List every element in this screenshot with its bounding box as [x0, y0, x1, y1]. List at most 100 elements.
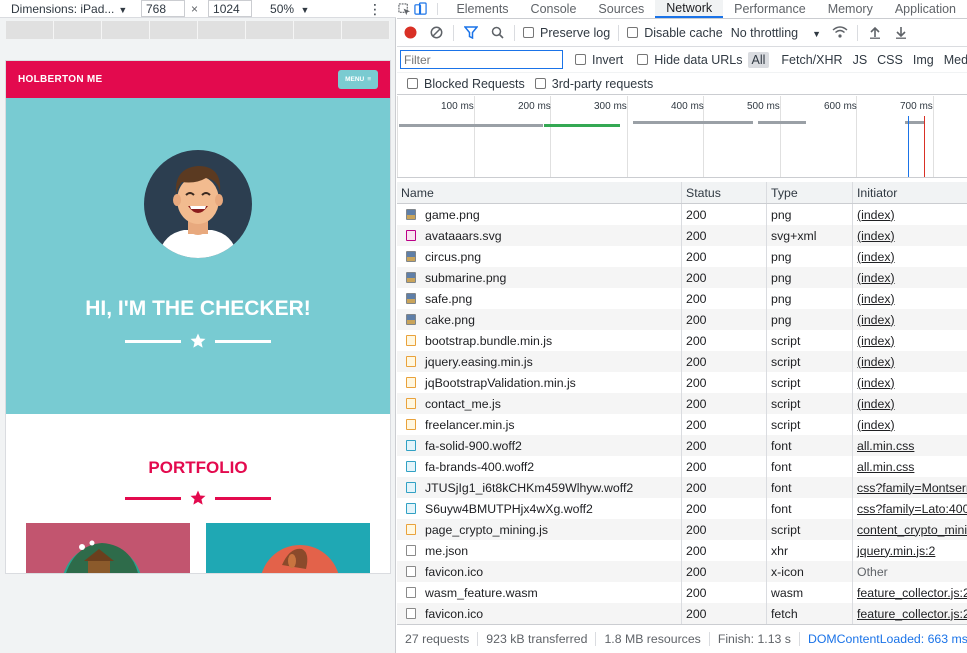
request-initiator[interactable]: (index): [853, 267, 967, 288]
tab-console[interactable]: Console: [520, 0, 588, 18]
site-brand[interactable]: HOLBERTON ME: [18, 74, 103, 85]
request-name-cell[interactable]: jqBootstrapValidation.min.js: [397, 372, 682, 393]
table-row[interactable]: contact_me.js 200 script (index): [397, 393, 967, 414]
request-name-cell[interactable]: fa-solid-900.woff2: [397, 435, 682, 456]
request-initiator[interactable]: feature_collector.js:23: [853, 603, 967, 624]
request-name-cell[interactable]: safe.png: [397, 288, 682, 309]
request-name-cell[interactable]: cake.png: [397, 309, 682, 330]
table-row[interactable]: avataaars.svg 200 svg+xml (index): [397, 225, 967, 246]
more-options-icon[interactable]: ⋮: [368, 2, 382, 16]
request-name-cell[interactable]: favicon.ico: [397, 603, 682, 624]
request-name-cell[interactable]: jquery.easing.min.js: [397, 351, 682, 372]
filter-type-img[interactable]: Img: [909, 52, 938, 68]
request-initiator[interactable]: css?family=Montserr: [853, 477, 967, 498]
initiator-link[interactable]: (index): [857, 208, 895, 222]
table-row[interactable]: S6uyw4BMUTPHjx4wXg.woff2 200 font css?famil…: [397, 498, 967, 519]
table-row[interactable]: safe.png 200 png (index): [397, 288, 967, 309]
export-har-icon[interactable]: [888, 26, 914, 39]
table-row[interactable]: fa-brands-400.woff2 200 font all.min.css: [397, 456, 967, 477]
request-name-cell[interactable]: JTUSjIg1_i6t8kCHKm459Wlhyw.woff2: [397, 477, 682, 498]
record-icon[interactable]: [397, 26, 423, 39]
filter-type-fetch-xhr[interactable]: Fetch/XHR: [777, 52, 846, 68]
preserve-log-checkbox[interactable]: Preserve log: [523, 26, 610, 40]
initiator-link[interactable]: (index): [857, 271, 895, 285]
initiator-link[interactable]: (index): [857, 334, 895, 348]
initiator-link[interactable]: (index): [857, 229, 895, 243]
table-row[interactable]: freelancer.min.js 200 script (index): [397, 414, 967, 435]
initiator-link[interactable]: content_crypto_minin: [857, 523, 967, 537]
filter-input[interactable]: [400, 50, 563, 69]
request-initiator[interactable]: (index): [853, 225, 967, 246]
checkbox-box[interactable]: [637, 54, 649, 65]
disable-cache-checkbox[interactable]: Disable cache: [627, 26, 723, 40]
tab-network[interactable]: Network: [655, 0, 724, 18]
initiator-link[interactable]: css?family=Lato:400,7: [857, 502, 967, 516]
initiator-link[interactable]: (index): [857, 418, 895, 432]
checkbox-box[interactable]: [523, 27, 534, 38]
device-height-input[interactable]: 1024: [208, 0, 253, 17]
column-header-status[interactable]: Status: [682, 182, 767, 203]
filter-type-all[interactable]: All: [747, 51, 770, 68]
clear-icon[interactable]: [423, 26, 449, 39]
table-row[interactable]: submarine.png 200 png (index): [397, 267, 967, 288]
media-query-ruler[interactable]: [6, 21, 390, 39]
request-initiator[interactable]: jquery.min.js:2: [853, 540, 967, 561]
request-name-cell[interactable]: avataaars.svg: [397, 225, 682, 246]
request-initiator[interactable]: css?family=Lato:400,7: [853, 498, 967, 519]
table-row[interactable]: fa-solid-900.woff2 200 font all.min.css: [397, 435, 967, 456]
table-row[interactable]: favicon.ico 200 fetch feature_collector.js:…: [397, 603, 967, 624]
request-initiator[interactable]: (index): [853, 330, 967, 351]
request-initiator[interactable]: (index): [853, 351, 967, 372]
initiator-link[interactable]: (index): [857, 250, 895, 264]
column-header-initiator[interactable]: Initiator: [853, 182, 967, 203]
menu-button[interactable]: MENU ≡: [338, 70, 378, 89]
request-name-cell[interactable]: favicon.ico: [397, 561, 682, 582]
device-select[interactable]: Dimensions: iPad... ▼: [0, 2, 137, 16]
initiator-link[interactable]: (index): [857, 376, 895, 390]
initiator-link[interactable]: css?family=Montserr: [857, 481, 967, 495]
initiator-link[interactable]: (index): [857, 313, 895, 327]
filter-icon[interactable]: [458, 26, 484, 39]
tab-memory[interactable]: Memory: [817, 0, 884, 18]
table-row[interactable]: jqBootstrapValidation.min.js 200 script (in…: [397, 372, 967, 393]
table-row[interactable]: wasm_feature.wasm 200 wasm feature_collecto…: [397, 582, 967, 603]
request-initiator[interactable]: (index): [853, 414, 967, 435]
initiator-link[interactable]: feature_collector.js:23: [857, 586, 967, 600]
initiator-link[interactable]: (index): [857, 292, 895, 306]
request-initiator[interactable]: feature_collector.js:23: [853, 582, 967, 603]
search-icon[interactable]: [484, 26, 510, 39]
column-header-name[interactable]: Name: [397, 182, 682, 203]
table-row[interactable]: favicon.ico 200 x-icon Other: [397, 561, 967, 582]
device-toolbar-icon[interactable]: [413, 0, 429, 18]
request-name-cell[interactable]: submarine.png: [397, 267, 682, 288]
request-initiator[interactable]: (index): [853, 393, 967, 414]
initiator-link[interactable]: all.min.css: [857, 460, 914, 474]
filter-type-js[interactable]: JS: [849, 52, 872, 68]
table-row[interactable]: circus.png 200 png (index): [397, 246, 967, 267]
table-row[interactable]: me.json 200 xhr jquery.min.js:2: [397, 540, 967, 561]
request-name-cell[interactable]: bootstrap.bundle.min.js: [397, 330, 682, 351]
network-overview-timeline[interactable]: 100 ms 200 ms 300 ms 400 ms 500 ms 600 m…: [397, 96, 967, 178]
request-initiator[interactable]: (index): [853, 309, 967, 330]
filter-type-media[interactable]: Media: [940, 52, 967, 68]
request-name-cell[interactable]: wasm_feature.wasm: [397, 582, 682, 603]
request-initiator[interactable]: all.min.css: [853, 456, 967, 477]
column-header-type[interactable]: Type: [767, 182, 853, 203]
table-row[interactable]: jquery.easing.min.js 200 script (index): [397, 351, 967, 372]
request-initiator[interactable]: content_crypto_minin: [853, 519, 967, 540]
invert-checkbox[interactable]: Invert: [575, 53, 623, 67]
initiator-link[interactable]: jquery.min.js:2: [857, 544, 935, 558]
blocked-requests-checkbox[interactable]: Blocked Requests: [407, 77, 525, 91]
request-name-cell[interactable]: circus.png: [397, 246, 682, 267]
request-initiator[interactable]: (index): [853, 288, 967, 309]
checkbox-box[interactable]: [575, 54, 586, 65]
table-row[interactable]: bootstrap.bundle.min.js 200 script (index): [397, 330, 967, 351]
request-name-cell[interactable]: contact_me.js: [397, 393, 682, 414]
inspect-element-icon[interactable]: [397, 0, 413, 18]
request-name-cell[interactable]: page_crypto_mining.js: [397, 519, 682, 540]
portfolio-item-cake[interactable]: [206, 523, 370, 573]
request-initiator[interactable]: all.min.css: [853, 435, 967, 456]
request-initiator[interactable]: (index): [853, 204, 967, 225]
tab-performance[interactable]: Performance: [723, 0, 817, 18]
device-width-input[interactable]: 768: [141, 0, 185, 17]
